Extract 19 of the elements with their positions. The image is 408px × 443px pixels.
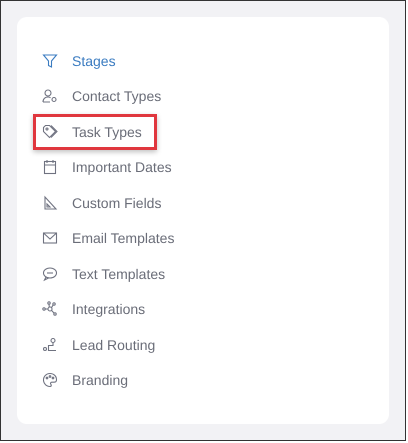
funnel-icon xyxy=(42,52,58,69)
triangle-ruler-icon xyxy=(42,194,58,211)
palette-icon xyxy=(42,372,58,388)
menu-item[interactable]: Custom Fields xyxy=(70,192,168,213)
tag-icon xyxy=(42,124,58,140)
route-icon xyxy=(42,336,58,353)
menu-item[interactable]: Email Templates xyxy=(70,228,180,248)
menu-item[interactable]: Branding xyxy=(70,370,134,390)
chat-bubble-icon xyxy=(42,266,58,282)
menu-item[interactable]: Stages xyxy=(70,50,122,71)
menu-item[interactable]: Integrations xyxy=(70,299,152,320)
network-icon xyxy=(42,301,58,318)
envelope-icon xyxy=(42,230,58,246)
menu-item[interactable]: Text Templates xyxy=(70,264,172,284)
menu-item[interactable]: Important Dates xyxy=(70,157,178,178)
calendar-icon xyxy=(42,159,58,176)
menu-item[interactable]: Task Types xyxy=(70,122,148,142)
menu-item[interactable]: Lead Routing xyxy=(70,334,162,355)
menu-item[interactable]: Contact Types xyxy=(70,86,168,106)
